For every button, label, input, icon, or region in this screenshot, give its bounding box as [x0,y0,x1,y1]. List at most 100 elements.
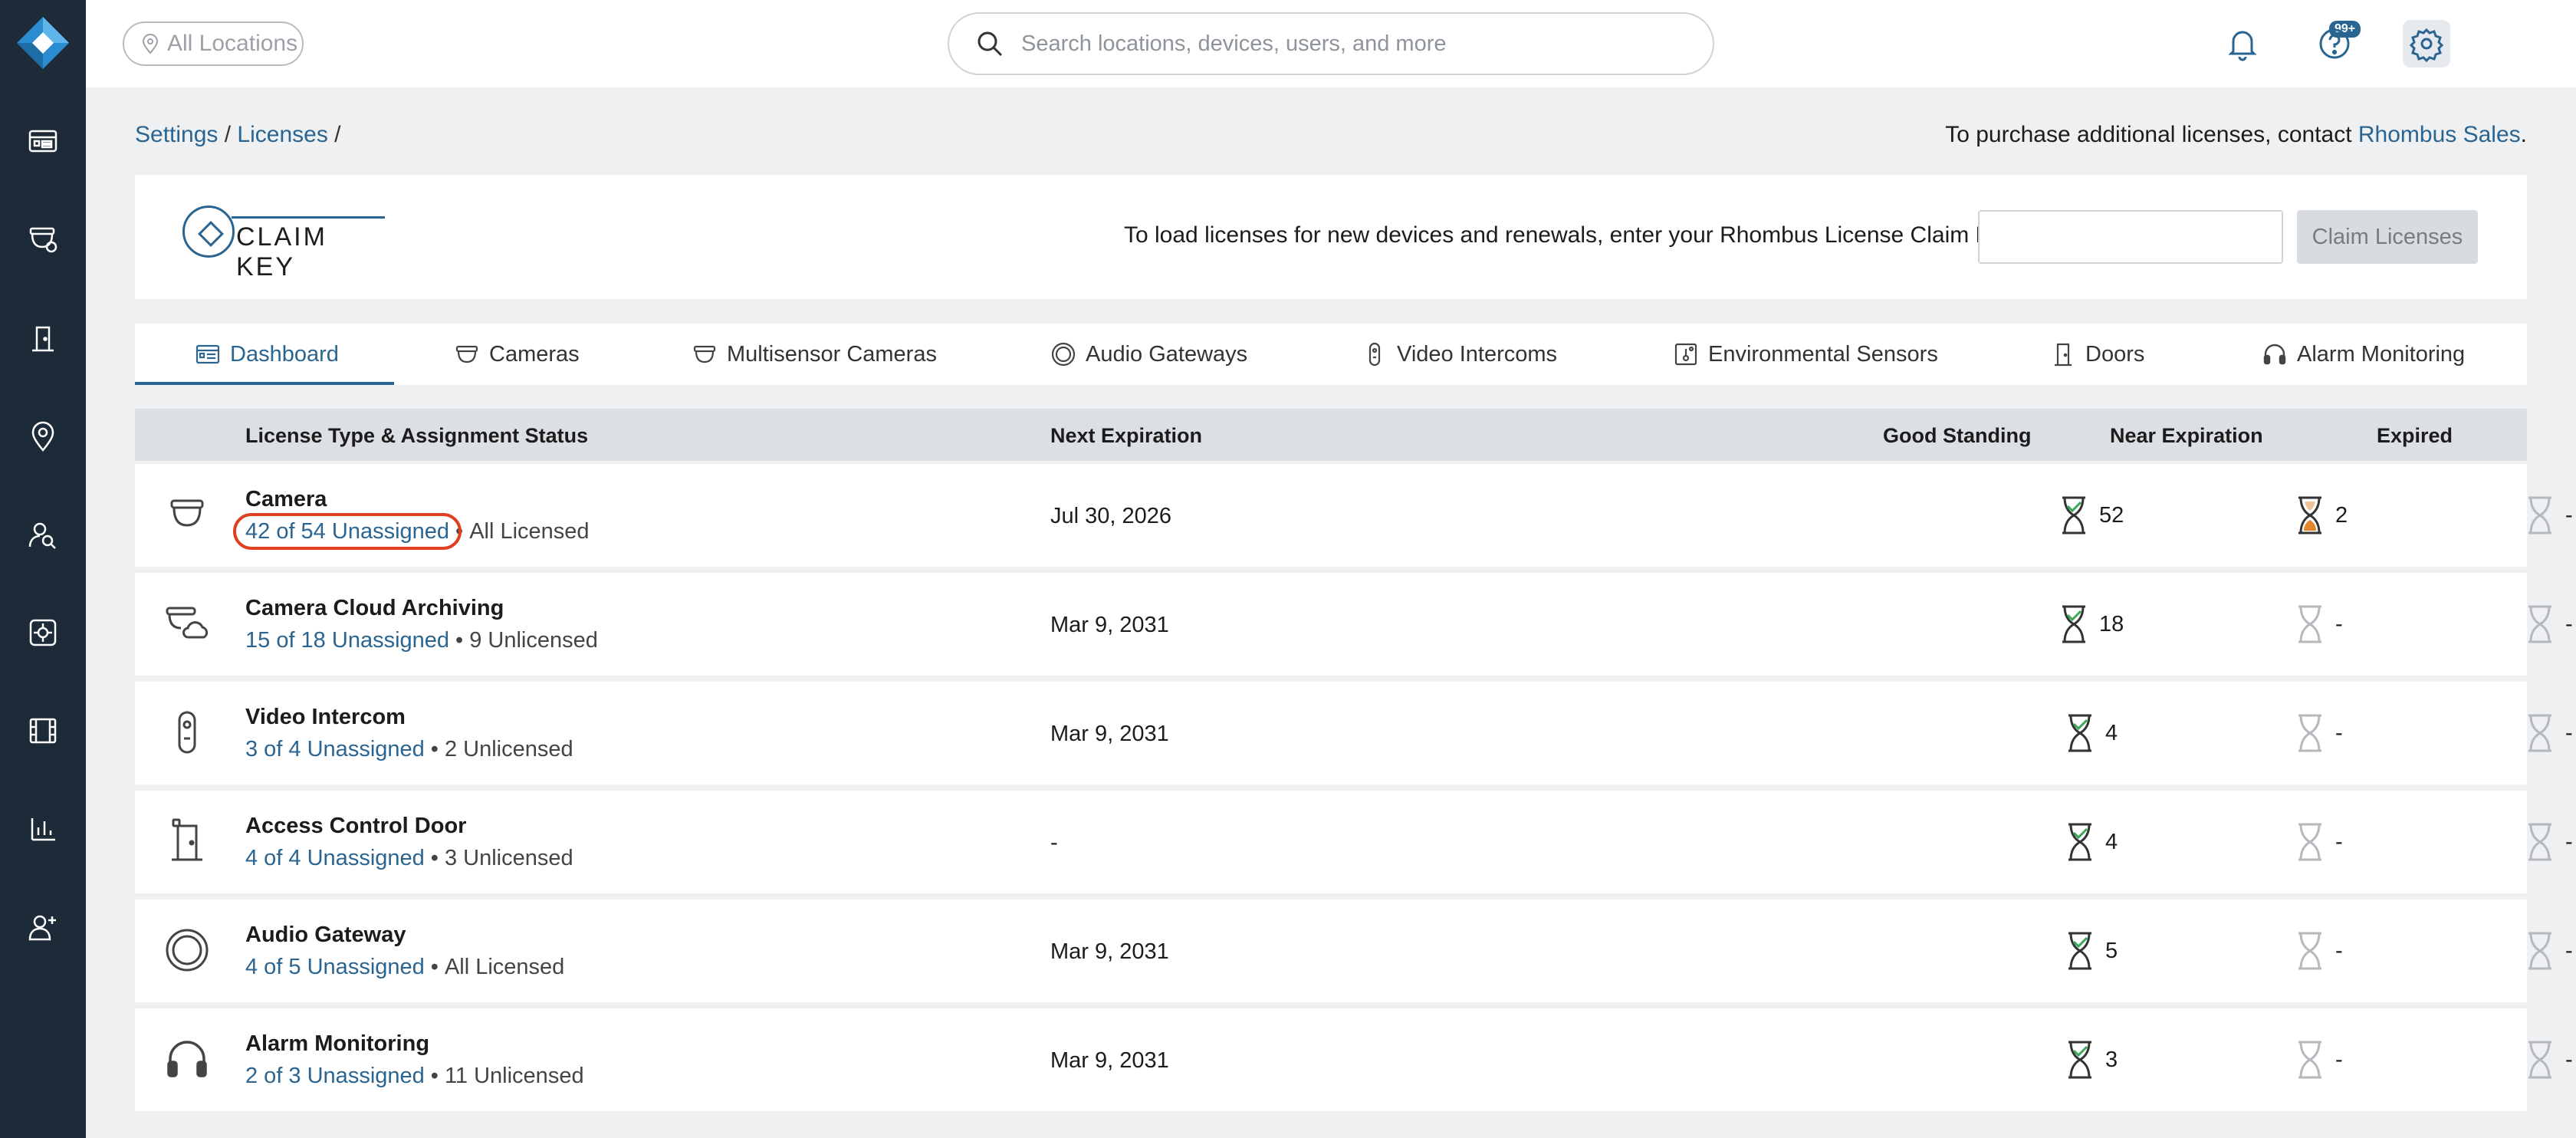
door-icon [2055,343,2072,367]
cloud-camera-icon [158,594,216,653]
hourglass-empty-icon [2298,605,2321,643]
intercom-icon [1368,342,1381,367]
bell-icon [2228,31,2257,61]
search-people-nav-icon[interactable] [21,513,64,556]
hourglass-empty-icon [2528,823,2551,861]
header-expired: Expired [2377,424,2453,447]
location-filter-label: All Locations [167,31,298,56]
expired-cell: - [2524,604,2573,645]
breadcrumb-licenses-link[interactable]: Licenses [237,122,327,147]
unassigned-link[interactable]: 4 of 5 Unassigned [245,955,425,979]
search-input[interactable] [1021,31,1681,57]
tab-audio-gateways[interactable]: Audio Gateways [1050,324,1247,385]
hourglass-empty-icon [2528,714,2551,752]
table-row[interactable]: Audio Gateway 4 of 5 Unassigned • All Lice… [135,900,2573,1002]
good-standing-cell: 52 [2058,495,2124,536]
audio-gateway-icon [1051,342,1076,367]
tab-alarm-monitoring[interactable]: Alarm Monitoring [2262,324,2465,385]
row-status: 4 of 5 Unassigned • All Licensed [245,955,565,979]
tab-multisensor-cameras[interactable]: Multisensor Cameras [692,324,937,385]
intercom-icon [158,703,216,761]
row-title: Alarm Monitoring [245,1031,430,1056]
hourglass-good-icon [2062,496,2085,534]
notifications-button[interactable] [2219,20,2266,67]
key-icon [182,206,235,258]
near-expiration-cell: - [2294,821,2343,863]
tab-dashboard[interactable]: Dashboard [195,324,339,385]
hourglass-empty-icon [2528,605,2551,643]
topbar: All Locations 99+ EV [86,0,2576,87]
claim-key-input[interactable] [1978,210,2283,264]
row-title: Camera Cloud Archiving [245,596,504,620]
settings-button[interactable] [2403,20,2450,67]
unassigned-link[interactable]: 15 of 18 Unassigned [245,628,449,653]
locations-nav-icon[interactable] [21,415,64,458]
table-row[interactable]: Video Intercom 3 of 4 Unassigned • 2 Unlic… [135,682,2573,784]
unassigned-link[interactable]: 2 of 3 Unassigned [245,1064,425,1088]
hourglass-empty-icon [2298,823,2321,861]
header-good-standing: Good Standing [1883,424,2032,447]
hourglass-empty-icon [2298,1041,2321,1079]
headset-icon [158,1030,216,1088]
rhombus-logo-icon[interactable] [15,15,71,71]
search-icon [978,31,1003,57]
table-row[interactable]: Alarm Monitoring 2 of 3 Unassigned • 11 Un… [135,1008,2573,1111]
claim-key-panel: CLAIM KEY To load licenses for new devic… [135,175,2527,299]
table-row[interactable]: Access Control Door 4 of 4 Unassigned • 3 … [135,791,2573,893]
claim-licenses-button[interactable]: Claim Licenses [2297,210,2478,264]
camera-icon [693,345,716,363]
row-title: Video Intercom [245,705,406,729]
location-filter-button[interactable]: All Locations [123,21,304,66]
good-standing-cell: 5 [2064,930,2118,972]
sidebar [0,0,86,1138]
tab-video-intercoms[interactable]: Video Intercoms [1362,324,1557,385]
users-nav-icon[interactable] [21,906,64,949]
hourglass-empty-icon [2528,1041,2551,1079]
license-table-header: License Type & Assignment Status Next Ex… [135,409,2527,461]
headset-icon [2263,344,2286,365]
hourglass-good-icon [2068,714,2091,752]
purchase-notice: To purchase additional licenses, contact… [1945,122,2527,147]
help-icon [2319,28,2350,59]
expired-cell: - [2524,1039,2573,1080]
global-search[interactable] [948,12,1714,75]
expired-cell: - [2524,821,2573,863]
tab-cameras[interactable]: Cameras [454,324,580,385]
near-expiration-cell: - [2294,604,2343,645]
claim-key-instruction: To load licenses for new devices and ren… [1124,222,2022,248]
unassigned-link[interactable]: 42 of 54 Unassigned [245,519,449,544]
near-expiration-cell: 2 [2294,495,2348,536]
unassigned-link[interactable]: 3 of 4 Unassigned [245,737,425,761]
breadcrumb-settings-link[interactable]: Settings [135,122,218,147]
claim-key-logo-text: CLAIM KEY [236,222,327,281]
good-standing-cell: 4 [2064,821,2118,863]
reports-nav-icon[interactable] [21,807,64,850]
row-expiration: Jul 30, 2026 [1050,504,1172,528]
row-status: 4 of 4 Unassigned • 3 Unlicensed [245,846,573,870]
near-expiration-cell: - [2294,712,2343,754]
tab-environmental-sensors[interactable]: Environmental Sensors [1673,324,1938,385]
table-row[interactable]: Camera Cloud Archiving 15 of 18 Unassign… [135,573,2573,676]
hourglass-good-icon [2068,823,2091,861]
help-button[interactable] [2311,20,2358,67]
integrations-nav-icon[interactable] [21,611,64,654]
row-status: 15 of 18 Unassigned • 9 Unlicensed [245,628,598,653]
tab-doors[interactable]: Doors [2050,324,2144,385]
location-pin-icon [142,34,159,54]
expired-cell: - [2524,712,2573,754]
row-status: 2 of 3 Unassigned • 11 Unlicensed [245,1064,584,1088]
access-control-nav-icon[interactable] [21,317,64,360]
header-license-type: License Type & Assignment Status [245,424,589,447]
dashboard-nav-icon[interactable] [21,120,64,163]
expired-cell: - [2524,930,2573,972]
good-standing-cell: 4 [2064,712,2118,754]
video-wall-nav-icon[interactable] [21,709,64,752]
license-tabs: Dashboard Cameras Multisensor Cameras Au… [135,324,2527,385]
table-row[interactable]: Camera 42 of 54 Unassigned • All Licensed … [135,464,2573,567]
rhombus-sales-link[interactable]: Rhombus Sales [2358,122,2521,147]
hourglass-empty-icon [2298,932,2321,970]
header-near-expiration: Near Expiration [2110,424,2263,447]
cameras-nav-icon[interactable] [21,218,64,261]
unassigned-link[interactable]: 4 of 4 Unassigned [245,846,425,870]
camera-icon [158,485,216,544]
